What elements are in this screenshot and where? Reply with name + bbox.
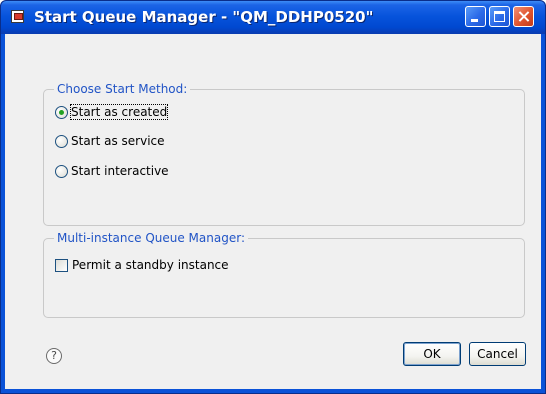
radio-unselected-icon[interactable]: [55, 164, 68, 178]
start-method-group: Choose Start Method: Start as created St…: [43, 82, 525, 226]
radio-start-as-created[interactable]: Start as created: [55, 103, 169, 121]
multi-instance-legend: Multi-instance Queue Manager:: [54, 231, 248, 245]
radio-start-as-service[interactable]: Start as service: [55, 132, 165, 150]
window-title: Start Queue Manager - "QM_DDHP0520": [34, 8, 374, 26]
radio-start-interactive[interactable]: Start interactive: [55, 162, 169, 180]
multi-instance-group: Multi-instance Queue Manager: Permit a s…: [43, 231, 525, 318]
minimize-icon[interactable]: [465, 6, 486, 27]
checkbox-icon[interactable]: [55, 258, 68, 272]
radio-start-as-created-label[interactable]: Start as created: [69, 104, 169, 120]
radio-selected-icon[interactable]: [55, 105, 68, 119]
radio-start-as-service-label[interactable]: Start as service: [71, 134, 165, 148]
start-method-legend: Choose Start Method:: [54, 82, 191, 96]
dialog-body: Choose Start Method: Start as created St…: [5, 34, 541, 389]
ok-button[interactable]: OK: [403, 342, 461, 366]
help-icon[interactable]: ?: [46, 348, 62, 364]
radio-unselected-icon[interactable]: [55, 134, 68, 148]
app-icon[interactable]: [11, 10, 24, 23]
dialog-window: Start Queue Manager - "QM_DDHP0520" Choo…: [0, 0, 546, 394]
permit-standby-label[interactable]: Permit a standby instance: [72, 258, 229, 272]
permit-standby-checkbox[interactable]: Permit a standby instance: [55, 256, 229, 274]
close-icon[interactable]: [513, 6, 534, 27]
radio-start-interactive-label[interactable]: Start interactive: [71, 164, 169, 178]
maximize-icon[interactable]: [489, 6, 510, 27]
title-bar[interactable]: Start Queue Manager - "QM_DDHP0520": [1, 1, 545, 34]
cancel-button[interactable]: Cancel: [469, 342, 526, 366]
